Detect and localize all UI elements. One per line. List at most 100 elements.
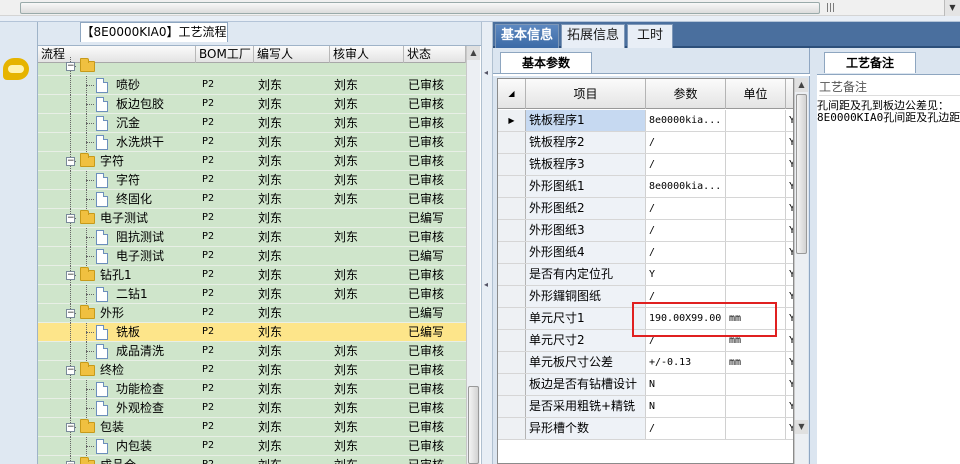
tree-folder-row[interactable]: −成品仓P2刘东刘东已审核 [38,456,478,464]
param-value-cell[interactable]: 8e0000kia... [646,110,726,131]
collapse-toggle-icon[interactable]: − [66,309,75,318]
row-header[interactable] [498,176,526,197]
param-row[interactable]: 板边是否有钻槽设计N Y [498,374,793,396]
collapse-toggle-icon[interactable]: − [66,214,75,223]
tab-basic-info[interactable]: 基本信息 [495,24,559,48]
params-grid[interactable]: ◢ 项目 参数 单位 ▶铣板程序18e0000kia...Y铣板程序2/Y铣板程… [497,78,794,464]
row-header[interactable] [498,418,526,439]
scroll-down-arrow-icon[interactable]: ▼ [944,0,960,16]
collapse-arrow-icon[interactable]: ◂ [484,280,488,289]
process-flow-tree-grid[interactable]: 流程 BOM工厂 编写人 核审人 状态 − 喷砂 P2 刘东 刘东 已审核 板边包胶 P2 刘东… [38,46,478,464]
tree-folder-row[interactable]: − [38,57,478,76]
collapse-arrow-icon[interactable]: ◂ [484,68,488,77]
param-row[interactable]: 外形图纸18e0000kia... Y [498,176,793,198]
collapse-toggle-icon[interactable]: − [66,366,75,375]
tab-process-flow[interactable]: 【8E0000KIA0】工艺流程 [80,22,228,42]
tree-folder-row[interactable]: − 电子测试 P2 刘东 已编写 [38,209,478,228]
tree-item-row[interactable]: 沉金 P2 刘东 刘东 已审核 [38,114,478,133]
param-row[interactable]: 铣板程序3/ Y [498,154,793,176]
column-header-unit[interactable]: 单位 [726,79,786,109]
row-header[interactable] [498,308,526,329]
remarks-text[interactable]: 孔间距及孔到板边公差见： 8E0000KIA0孔间距及孔边距 [817,100,960,124]
param-unit-cell[interactable] [726,176,786,197]
panel-splitter[interactable]: ◂ ◂ [481,22,493,464]
tree-folder-row[interactable]: − 包装 P2 刘东 刘东 已审核 [38,418,478,437]
param-row[interactable]: 异形槽个数/ Y [498,418,793,440]
param-unit-cell[interactable] [726,198,786,219]
tree-vertical-scrollbar[interactable]: ▲ [466,46,480,464]
param-unit-cell[interactable] [726,242,786,263]
tree-item-row[interactable]: 二钻1 P2 刘东 刘东 已审核 [38,285,478,304]
tree-folder-row[interactable]: − 外形 P2 刘东 已编写 [38,304,478,323]
scroll-up-arrow-icon[interactable]: ▲ [795,78,808,92]
current-row-indicator-icon[interactable]: ▶ [498,110,526,131]
row-header[interactable] [498,330,526,351]
param-row[interactable]: 是否采用粗铣+精铣N Y [498,396,793,418]
scroll-down-arrow-icon[interactable]: ▼ [795,420,808,434]
param-value-cell[interactable]: / [646,242,726,263]
top-horizontal-scrollbar[interactable]: ||| [0,0,944,16]
params-vertical-scrollbar[interactable]: ▲ ▼ [794,78,808,464]
row-header[interactable] [498,220,526,241]
collapse-toggle-icon[interactable]: − [66,423,75,432]
collapse-toggle-icon[interactable]: − [66,271,75,280]
tree-item-row[interactable]: 铣板 P2 刘东 已编写 [38,323,478,342]
row-header[interactable] [498,154,526,175]
param-unit-cell[interactable] [726,154,786,175]
row-header[interactable] [498,198,526,219]
param-row[interactable]: ▶铣板程序18e0000kia... Y [498,110,793,132]
tab-basic-params[interactable]: 基本参数 [500,52,592,73]
panel-splitter[interactable] [810,48,817,464]
row-header[interactable] [498,264,526,285]
param-unit-cell[interactable] [726,110,786,131]
param-row[interactable]: 是否有内定位孔YY [498,264,793,286]
tree-item-row[interactable]: 板边包胶 P2 刘东 刘东 已审核 [38,95,478,114]
scrollbar-thumb[interactable] [468,386,479,464]
row-header[interactable] [498,374,526,395]
param-value-cell[interactable]: / [646,132,726,153]
row-header[interactable] [498,242,526,263]
param-value-cell[interactable]: / [646,418,726,439]
param-unit-cell[interactable] [726,264,786,285]
tab-extended-info[interactable]: 拓展信息 [561,24,625,48]
param-value-cell[interactable]: / [646,220,726,241]
tree-item-row[interactable]: 喷砂 P2 刘东 刘东 已审核 [38,76,478,95]
tree-item-row[interactable]: 终固化 P2 刘东 刘东 已审核 [38,190,478,209]
param-value-cell[interactable]: 8e0000kia... [646,176,726,197]
tree-item-row[interactable]: 阻抗测试 P2 刘东 刘东 已审核 [38,228,478,247]
scrollbar-thumb[interactable] [796,94,807,254]
tree-item-row[interactable]: 成品清洗 P2 刘东 刘东 已审核 [38,342,478,361]
param-value-cell[interactable]: +/-0.13 [646,352,726,373]
tab-process-remarks[interactable]: 工艺备注 [824,52,916,73]
param-row[interactable]: 单元板尺寸公差+/-0.13mmY [498,352,793,374]
tree-folder-row[interactable]: − 字符 P2 刘东 刘东 已审核 [38,152,478,171]
row-header[interactable] [498,132,526,153]
param-value-cell[interactable]: N [646,396,726,417]
row-header[interactable] [498,352,526,373]
scroll-up-arrow-icon[interactable]: ▲ [467,46,480,60]
param-unit-cell[interactable] [726,396,786,417]
tree-item-row[interactable]: 内包装 P2 刘东 刘东 已审核 [38,437,478,456]
param-value-cell[interactable]: / [646,198,726,219]
param-unit-cell[interactable]: mm [726,352,786,373]
param-value-cell[interactable]: N [646,374,726,395]
param-row[interactable]: 外形图纸4/ Y [498,242,793,264]
tree-item-row[interactable]: 外观检查 P2 刘东 刘东 已审核 [38,399,478,418]
param-unit-cell[interactable] [726,374,786,395]
chat-bubble-icon[interactable] [3,58,29,80]
param-unit-cell[interactable] [726,220,786,241]
column-header-item[interactable]: 项目 [526,79,646,109]
tree-folder-row[interactable]: − 终检 P2 刘东 刘东 已审核 [38,361,478,380]
tree-folder-row[interactable]: − 钻孔1 P2 刘东 刘东 已审核 [38,266,478,285]
row-header[interactable] [498,286,526,307]
collapse-toggle-icon[interactable]: − [66,62,75,71]
param-value-cell[interactable]: / [646,154,726,175]
tree-item-row[interactable]: 电子测试 P2 刘东 已编写 [38,247,478,266]
column-header-value[interactable]: 参数 [646,79,726,109]
param-unit-cell[interactable] [726,418,786,439]
param-unit-cell[interactable] [726,132,786,153]
param-value-cell[interactable]: Y [646,264,726,285]
scrollbar-thumb[interactable] [20,2,820,14]
param-row[interactable]: 铣板程序2/ Y [498,132,793,154]
collapse-toggle-icon[interactable]: − [66,157,75,166]
